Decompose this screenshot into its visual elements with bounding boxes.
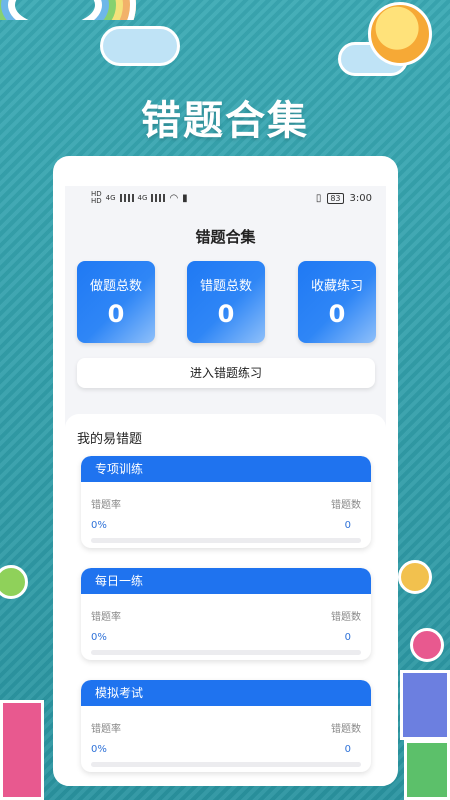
section-title: 我的易错题 [77,432,143,447]
enter-practice-button[interactable]: 进入错题练习 [77,358,375,388]
rate-value: 0% [91,744,107,755]
flower-decoration [398,560,432,594]
stat-value: 0 [217,300,235,328]
stat-card-favorites[interactable]: 收藏练习 0 [298,261,376,343]
card-labels: 错题率 错题数 [91,720,361,735]
count-value: 0 [344,744,351,755]
vibrate-icon: ▯ [315,192,322,204]
stat-card-wrong[interactable]: 错题总数 0 [187,261,265,343]
letter-block-decoration [0,700,44,800]
stat-label: 收藏练习 [310,279,363,294]
count-label: 错题数 [331,500,361,511]
banner-title: 错题合集 [141,98,309,144]
count-label: 错题数 [331,612,361,623]
progress-bar [91,650,361,655]
rate-label: 错题率 [91,500,121,511]
signal-label-2: 4G [137,194,148,202]
battery-small-icon: ▮ [182,192,188,204]
signal-icon [119,194,134,202]
sun-decoration [368,2,432,66]
signal-icon [151,194,166,202]
card-daily-practice[interactable]: 每日一练 错题率 错题数 0% 0 [81,568,371,660]
count-label: 错题数 [331,724,361,735]
letter-block-decoration [404,740,450,800]
card-title: 模拟考试 [81,680,371,706]
signal-label-1: 4G [105,194,116,202]
status-left: HD HD 4G 4G ◠ ▮ [91,191,188,205]
card-title: 专项训练 [81,456,371,482]
rate-label: 错题率 [91,612,121,623]
status-right: ▯ 83 3:00 [315,192,372,204]
flower-decoration [410,628,444,662]
stat-value: 0 [107,300,125,328]
page-title: 错题合集 [195,228,256,246]
stat-value: 0 [328,300,346,328]
status-time: 3:00 [349,192,372,204]
stat-label: 做题总数 [89,279,142,294]
hd-icon: HD HD [91,190,102,205]
card-values: 0% 0 [91,632,361,643]
count-value: 0 [344,520,351,531]
stat-label: 错题总数 [199,279,252,294]
rate-value: 0% [91,520,107,531]
card-values: 0% 0 [91,744,361,755]
battery-icon: 83 [327,192,344,204]
rate-value: 0% [91,632,107,643]
card-labels: 错题率 错题数 [91,608,361,623]
stat-card-total[interactable]: 做题总数 0 [77,261,155,343]
letter-block-decoration [400,670,450,740]
phone-frame: HD HD 4G 4G ◠ ▮ ▯ 83 3:00 错题合集 做题总数 0 错题总… [53,156,398,786]
card-mock-exam[interactable]: 模拟考试 错题率 错题数 0% 0 [81,680,371,772]
status-bar: HD HD 4G 4G ◠ ▮ ▯ 83 3:00 [65,186,386,210]
count-value: 0 [344,632,351,643]
card-title: 每日一练 [81,568,371,594]
card-special-training[interactable]: 专项训练 错题率 错题数 0% 0 [81,456,371,548]
card-labels: 错题率 错题数 [91,496,361,511]
cloud-decoration [100,26,180,66]
rate-label: 错题率 [91,724,121,735]
card-values: 0% 0 [91,520,361,531]
wifi-icon: ◠ [169,192,179,204]
progress-bar [91,538,361,543]
progress-bar [91,762,361,767]
